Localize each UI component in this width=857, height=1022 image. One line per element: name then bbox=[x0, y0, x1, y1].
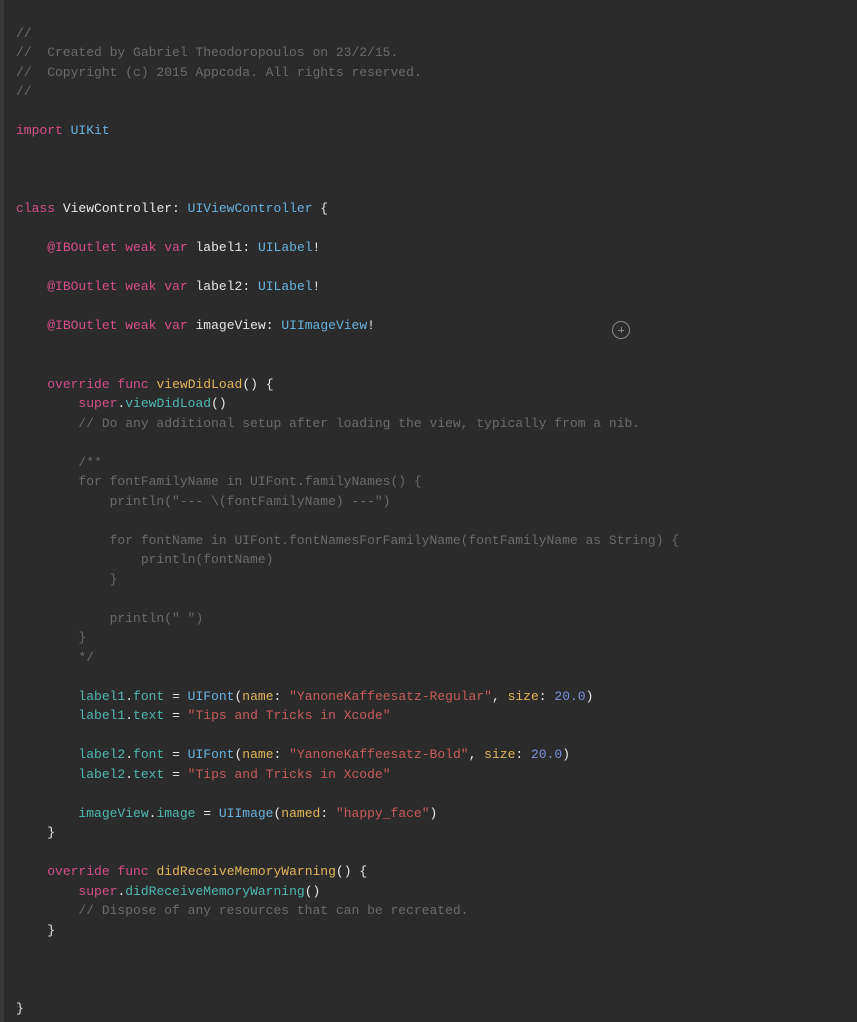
iboutlet-attr: @IBOutlet bbox=[47, 279, 117, 294]
block-comment: println("--- \(fontFamilyName) ---") bbox=[78, 494, 390, 509]
var-ref: label1 bbox=[78, 708, 125, 723]
block-comment: } bbox=[78, 572, 117, 587]
comment-line: // Created by Gabriel Theodoropoulos on … bbox=[16, 45, 398, 60]
comment-line: // bbox=[16, 26, 32, 41]
var-label2: label2 bbox=[196, 279, 243, 294]
block-comment: /** bbox=[78, 455, 101, 470]
super-keyword: super bbox=[78, 396, 117, 411]
block-comment: } bbox=[78, 630, 86, 645]
var-label1: label1 bbox=[196, 240, 243, 255]
comment-line: // Copyright (c) 2015 Appcoda. All right… bbox=[16, 65, 422, 80]
block-comment: println(fontName) bbox=[78, 552, 273, 567]
var-ref: label2 bbox=[78, 767, 125, 782]
number-literal: 20.0 bbox=[554, 689, 585, 704]
override-keyword: override bbox=[47, 377, 109, 392]
iboutlet-attr: @IBOutlet bbox=[47, 318, 117, 333]
string-literal: "Tips and Tricks in Xcode" bbox=[188, 708, 391, 723]
iboutlet-attr: @IBOutlet bbox=[47, 240, 117, 255]
module-name: UIKit bbox=[71, 123, 110, 138]
code-editor[interactable]: // // Created by Gabriel Theodoropoulos … bbox=[0, 0, 857, 1022]
block-comment: println(" ") bbox=[78, 611, 203, 626]
superclass: UIViewController bbox=[188, 201, 313, 216]
comment-line: // Do any additional setup after loading… bbox=[78, 416, 640, 431]
string-literal: "YanoneKaffeesatz-Regular" bbox=[289, 689, 492, 704]
class-keyword: class bbox=[16, 201, 55, 216]
var-imageview: imageView bbox=[196, 318, 266, 333]
string-literal: "YanoneKaffeesatz-Bold" bbox=[289, 747, 468, 762]
string-literal: "Tips and Tricks in Xcode" bbox=[188, 767, 391, 782]
block-comment: for fontName in UIFont.fontNamesForFamil… bbox=[78, 533, 679, 548]
override-keyword: override bbox=[47, 864, 109, 879]
func-memorywarning: didReceiveMemoryWarning bbox=[156, 864, 335, 879]
number-literal: 20.0 bbox=[531, 747, 562, 762]
comment-line: // Dispose of any resources that can be … bbox=[78, 903, 468, 918]
block-comment: */ bbox=[78, 650, 94, 665]
var-ref: imageView bbox=[78, 806, 148, 821]
import-keyword: import bbox=[16, 123, 63, 138]
var-ref: label2 bbox=[78, 747, 125, 762]
var-ref: label1 bbox=[78, 689, 125, 704]
string-literal: "happy_face" bbox=[336, 806, 430, 821]
super-keyword: super bbox=[78, 884, 117, 899]
func-viewdidload: viewDidLoad bbox=[156, 377, 242, 392]
class-name: ViewController bbox=[63, 201, 172, 216]
comment-line: // bbox=[16, 84, 32, 99]
block-comment: for fontFamilyName in UIFont.familyNames… bbox=[78, 474, 421, 489]
